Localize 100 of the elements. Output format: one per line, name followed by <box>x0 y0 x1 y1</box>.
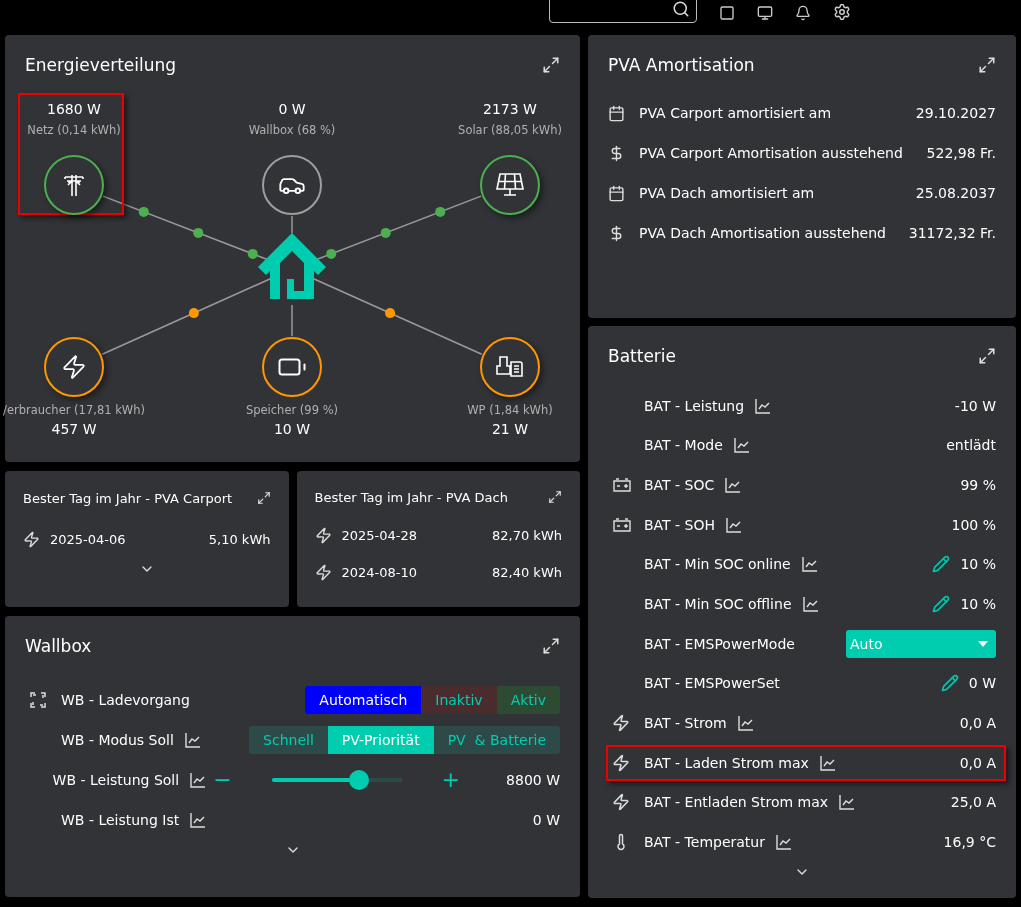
energy-value: 82,40 kWh <box>492 565 562 581</box>
chart-icon[interactable] <box>754 396 773 415</box>
row-value: 100 % <box>951 516 996 533</box>
row-label: PVA Carport amortisiert am <box>639 105 832 121</box>
card-title: PVA Amortisation <box>608 55 755 75</box>
row-value: 0 W <box>532 812 560 828</box>
chart-icon[interactable] <box>189 811 208 829</box>
edit-icon[interactable] <box>932 555 951 574</box>
card-title: Batterie <box>608 345 677 366</box>
row-label: BAT - Min SOC offline <box>644 595 792 612</box>
expand-icon[interactable] <box>256 491 271 505</box>
date-text: 2025-04-28 <box>341 528 418 544</box>
energy-node[interactable] <box>480 154 540 215</box>
expand-icon[interactable] <box>548 490 562 505</box>
node-power: 1680 W <box>47 100 101 117</box>
calendar-icon <box>608 184 625 202</box>
node-power: 0 W <box>278 100 306 117</box>
row-value: 25.08.2037 <box>915 185 996 201</box>
energy-node[interactable] <box>44 154 104 215</box>
heat-pump-icon <box>495 353 525 380</box>
date-text: 2025-04-06 <box>50 531 126 547</box>
chart-icon[interactable] <box>736 714 755 732</box>
battery-icon <box>612 476 632 493</box>
row-value: 0,0 A <box>959 715 996 731</box>
chart-icon[interactable] <box>801 594 820 613</box>
increase-button[interactable]: + <box>435 769 466 791</box>
chart-icon[interactable] <box>189 771 208 789</box>
row-label: BAT - Min SOC online <box>644 556 791 573</box>
chart-icon[interactable] <box>732 436 751 455</box>
mode-option[interactable]: Inaktiv <box>421 686 497 714</box>
row-label: BAT - EMSPowerMode <box>644 635 795 652</box>
expand-icon[interactable] <box>542 637 560 655</box>
house-icon <box>258 232 326 299</box>
monitor-icon[interactable] <box>757 5 773 21</box>
node-label: Speicher (99 %) <box>245 402 339 417</box>
row-value: 0,0 A <box>959 754 996 771</box>
row-label: PVA Dach Amortisation ausstehend <box>639 225 886 241</box>
node-power: 10 W <box>273 420 311 437</box>
row-label: BAT - Temperatur <box>644 834 765 851</box>
chart-icon[interactable] <box>724 475 743 494</box>
mode-option[interactable]: PV & Batterie <box>433 726 560 754</box>
row-value: 25,0 A <box>950 794 996 811</box>
chart-icon[interactable] <box>725 515 744 534</box>
calendar-icon <box>608 104 625 122</box>
row-label: BAT - Laden Strom max <box>644 754 809 771</box>
row-value: 10 % <box>960 595 996 612</box>
node-label: Wallbox (68 %) <box>248 122 336 137</box>
refresh-icon <box>29 691 47 709</box>
row-value: 0 W <box>968 675 996 692</box>
row-value: -10 W <box>954 397 996 414</box>
settings-icon[interactable] <box>833 3 851 21</box>
battery-icon <box>612 516 632 533</box>
row-label: WB - Ladevorgang <box>61 692 190 708</box>
expand-icon[interactable] <box>542 55 560 74</box>
energy-node[interactable] <box>480 336 540 397</box>
card-title: Wallbox <box>25 636 92 656</box>
row-label: BAT - SOC <box>644 476 715 493</box>
chart-icon[interactable] <box>775 833 793 852</box>
date-text: 2024-08-10 <box>341 565 418 581</box>
chart-icon[interactable] <box>183 731 202 749</box>
row-label: PVA Dach amortisiert am <box>639 185 815 201</box>
search-field[interactable] <box>549 0 697 23</box>
chart-icon[interactable] <box>818 753 837 772</box>
row-value: 31172,32 Fr. <box>908 225 996 241</box>
caret-icon <box>978 640 988 647</box>
energy-value: 5,10 kWh <box>208 531 271 547</box>
row-label: WB - Leistung Ist <box>61 812 180 828</box>
row-value: 522,98 Fr. <box>926 145 996 161</box>
bell-icon[interactable] <box>795 5 811 21</box>
lightning-icon <box>612 714 630 732</box>
row-label: BAT - Mode <box>644 437 723 454</box>
row-value: 29.10.2027 <box>915 105 996 121</box>
lightning-icon <box>61 353 87 380</box>
slider-thumb[interactable] <box>348 770 369 790</box>
node-power: 457 W <box>51 420 97 437</box>
solar-panel-icon <box>495 171 525 198</box>
edit-icon[interactable] <box>932 594 951 613</box>
chart-icon[interactable] <box>838 793 857 812</box>
node-label: WP (1,84 kWh) <box>467 402 553 417</box>
row-label: BAT - SOH <box>644 516 716 533</box>
chart-icon[interactable] <box>800 555 819 574</box>
square-icon[interactable] <box>719 5 735 21</box>
row-label: BAT - Strom <box>644 715 727 731</box>
mode-option[interactable]: Aktiv <box>496 686 560 714</box>
row-value: 10 % <box>960 556 996 573</box>
row-value: entlädt <box>946 437 996 454</box>
row-label: BAT - Leistung <box>644 397 745 414</box>
decrease-button[interactable]: − <box>207 769 238 791</box>
mode-option[interactable]: Schnell <box>249 726 328 754</box>
node-label: /erbraucher (17,81 kWh) <box>3 402 145 417</box>
expand-icon[interactable] <box>978 346 996 365</box>
edit-icon[interactable] <box>940 674 959 693</box>
energy-node[interactable] <box>44 336 104 397</box>
card-title: Bester Tag im Jahr - PVA Dach <box>314 489 508 505</box>
mode-option[interactable]: Automatisch <box>305 686 422 714</box>
card-title: Bester Tag im Jahr - PVA Carport <box>23 490 233 506</box>
expand-icon[interactable] <box>978 56 996 74</box>
node-label: Solar (88,05 kWh) <box>458 122 562 137</box>
row-label: BAT - Entladen Strom max <box>644 794 829 811</box>
lightning-icon <box>314 564 332 582</box>
